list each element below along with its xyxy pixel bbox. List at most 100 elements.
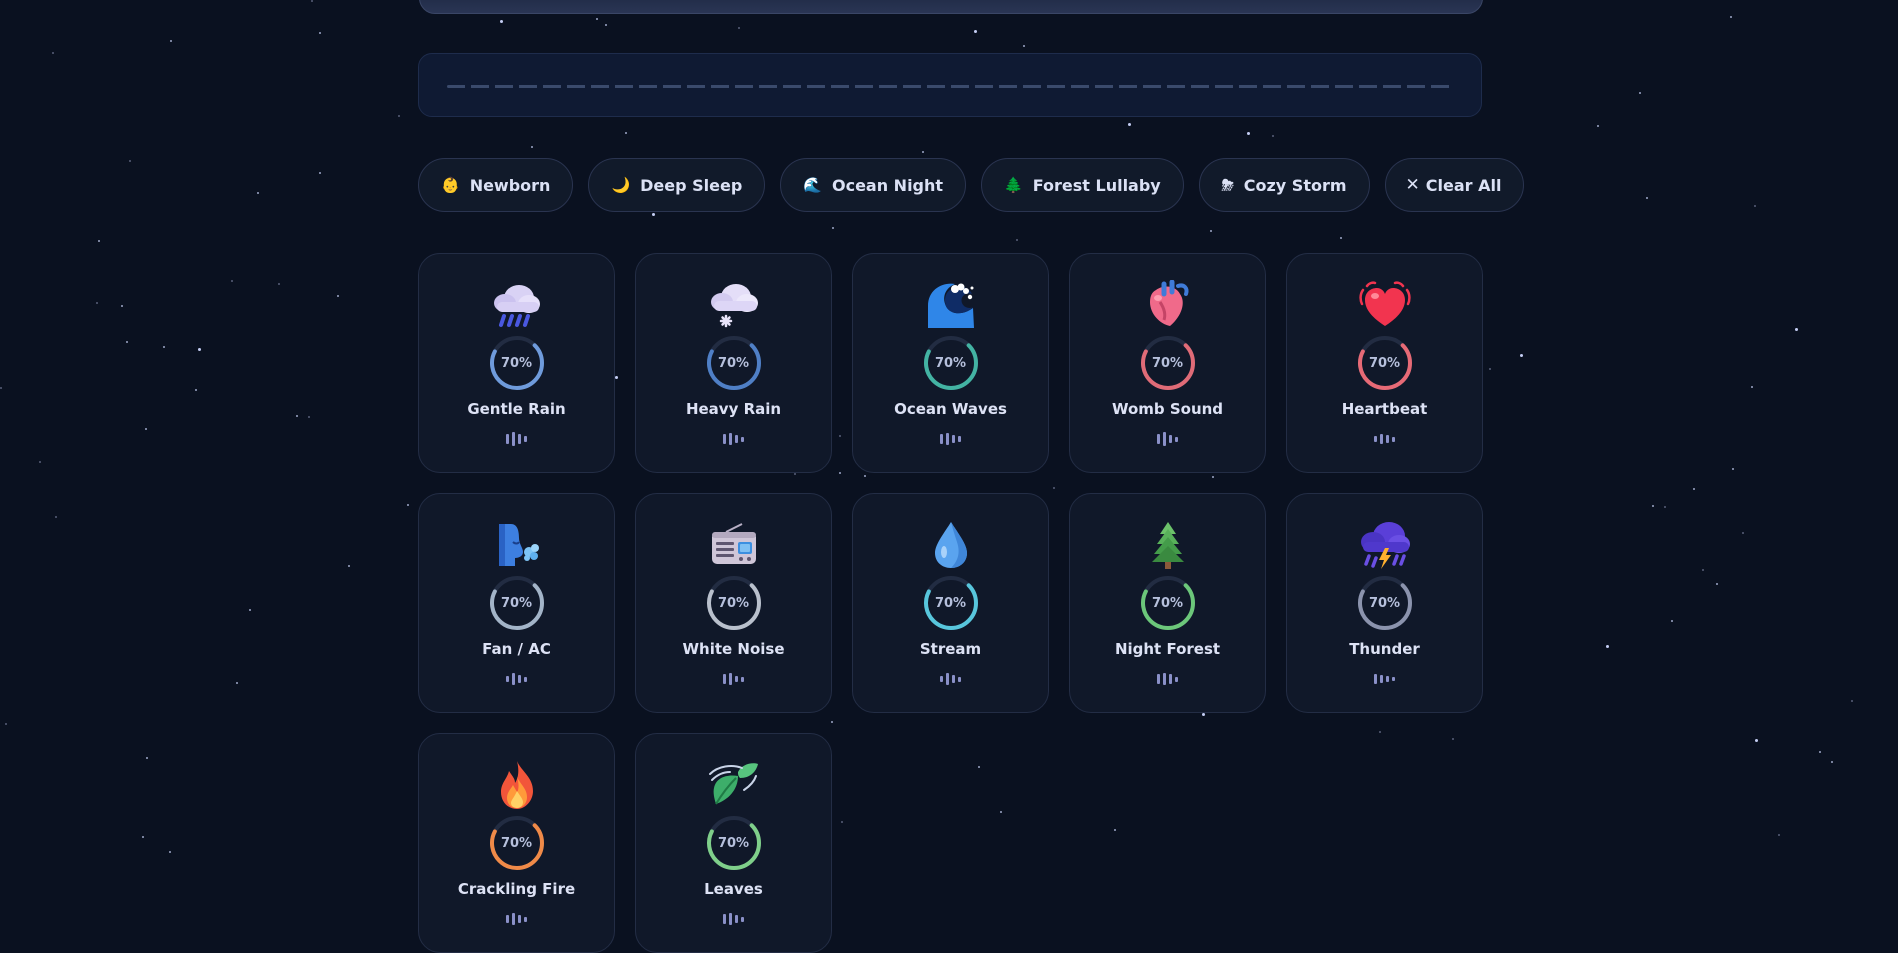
star: [145, 428, 147, 430]
sound-name: Leaves: [704, 880, 763, 898]
star: [39, 461, 41, 463]
preset-deep-sleep[interactable]: 🌙 Deep Sleep: [588, 158, 766, 212]
volume-label: 70%: [934, 355, 967, 371]
sound-card[interactable]: 70% Leaves: [635, 733, 832, 953]
preset-forest-lullaby[interactable]: 🌲 Forest Lullaby: [981, 158, 1184, 212]
star: [5, 723, 7, 725]
leaf-wind-icon: [708, 757, 760, 813]
equalizer-bar: [1157, 674, 1160, 684]
volume-label: 70%: [1151, 595, 1184, 611]
star: [1751, 386, 1753, 388]
volume-ring[interactable]: 70%: [1139, 574, 1197, 632]
star: [652, 213, 655, 216]
star: [1247, 132, 1250, 135]
sound-card[interactable]: 70% Heavy Rain: [635, 253, 832, 473]
preset-ocean-night[interactable]: 🌊 Ocean Night: [780, 158, 967, 212]
star: [52, 52, 54, 54]
equalizer-bar: [1157, 434, 1160, 444]
preset-label: Newborn: [469, 175, 551, 195]
star: [1742, 532, 1744, 534]
volume-ring[interactable]: 70%: [705, 334, 763, 392]
close-icon: ✕: [1405, 174, 1420, 195]
sound-card[interactable]: 70% Stream: [852, 493, 1049, 713]
volume-label: 70%: [1368, 595, 1401, 611]
sound-name: Gentle Rain: [467, 400, 566, 418]
equalizer-bar: [1392, 677, 1395, 681]
star: [1778, 834, 1780, 836]
wave-icon: 🌊: [803, 175, 822, 194]
radio-icon: [708, 517, 760, 573]
star: [96, 302, 98, 304]
equalizer-bar: [512, 673, 515, 685]
star: [0, 387, 2, 389]
star: [1272, 135, 1274, 137]
star: [1671, 620, 1673, 622]
tree-icon: 🌲: [1004, 175, 1023, 194]
equalizer-bar: [518, 675, 521, 683]
equalizer-icon: [940, 672, 961, 686]
volume-ring[interactable]: 70%: [922, 334, 980, 392]
star: [126, 341, 128, 343]
waveform-line: [447, 85, 1453, 88]
volume-ring[interactable]: 70%: [1356, 574, 1414, 632]
star: [1606, 645, 1609, 648]
star: [170, 40, 172, 42]
equalizer-bar: [952, 675, 955, 683]
sound-card[interactable]: 70% Thunder: [1286, 493, 1483, 713]
star: [625, 132, 627, 134]
volume-ring[interactable]: 70%: [1356, 334, 1414, 392]
volume-ring[interactable]: 70%: [488, 334, 546, 392]
star: [308, 416, 310, 418]
thunder-cloud-icon: [1357, 517, 1413, 573]
equalizer-bar: [524, 676, 527, 682]
volume-ring[interactable]: 70%: [922, 574, 980, 632]
volume-ring[interactable]: 70%: [705, 814, 763, 872]
volume-label: 70%: [500, 835, 533, 851]
snow-cloud-icon: [708, 277, 760, 333]
sound-card[interactable]: 70% Fan / AC: [418, 493, 615, 713]
equalizer-icon: [1157, 672, 1178, 686]
volume-label: 70%: [500, 595, 533, 611]
preset-cozy-storm[interactable]: ⛈ Cozy Storm: [1198, 158, 1370, 212]
equalizer-bar: [1386, 676, 1389, 682]
sound-name: Heartbeat: [1341, 400, 1428, 418]
beating-heart-icon: [1357, 277, 1413, 333]
sound-card[interactable]: 70% Womb Sound: [1069, 253, 1266, 473]
star: [1730, 16, 1732, 18]
star: [1128, 123, 1131, 126]
sound-name: Crackling Fire: [457, 880, 576, 898]
volume-ring[interactable]: 70%: [488, 814, 546, 872]
equalizer-bar: [723, 434, 726, 444]
clear-all-button[interactable]: ✕ Clear All: [1384, 158, 1525, 212]
volume-label: 70%: [717, 595, 750, 611]
sound-card[interactable]: 70% Heartbeat: [1286, 253, 1483, 473]
star: [129, 160, 131, 162]
crescent-moon-icon: 🌙: [611, 175, 631, 194]
equalizer-icon: [1374, 672, 1395, 686]
sound-card[interactable]: 70% White Noise: [635, 493, 832, 713]
preset-newborn[interactable]: 👶 Newborn: [418, 158, 574, 212]
equalizer-bar: [512, 432, 515, 446]
equalizer-bar: [506, 915, 509, 923]
equalizer-bar: [1386, 435, 1389, 443]
sound-card[interactable]: 70% Ocean Waves: [852, 253, 1049, 473]
star: [169, 851, 171, 853]
sound-card[interactable]: 70% Crackling Fire: [418, 733, 615, 953]
preset-label: Cozy Storm: [1243, 175, 1347, 195]
sound-card[interactable]: 70% Gentle Rain: [418, 253, 615, 473]
sound-name: Ocean Waves: [894, 400, 1007, 418]
volume-ring[interactable]: 70%: [705, 574, 763, 632]
star: [278, 283, 280, 285]
equalizer-bar: [506, 676, 509, 682]
equalizer-bar: [512, 913, 515, 925]
volume-ring[interactable]: 70%: [488, 574, 546, 632]
star: [319, 32, 321, 34]
equalizer-icon: [723, 432, 744, 446]
star: [605, 24, 607, 26]
equalizer-bar: [940, 676, 943, 682]
equalizer-bar: [1163, 432, 1166, 446]
sound-card[interactable]: 70% Night Forest: [1069, 493, 1266, 713]
volume-ring[interactable]: 70%: [1139, 334, 1197, 392]
star: [1489, 368, 1491, 370]
equalizer-bar: [1380, 675, 1383, 683]
